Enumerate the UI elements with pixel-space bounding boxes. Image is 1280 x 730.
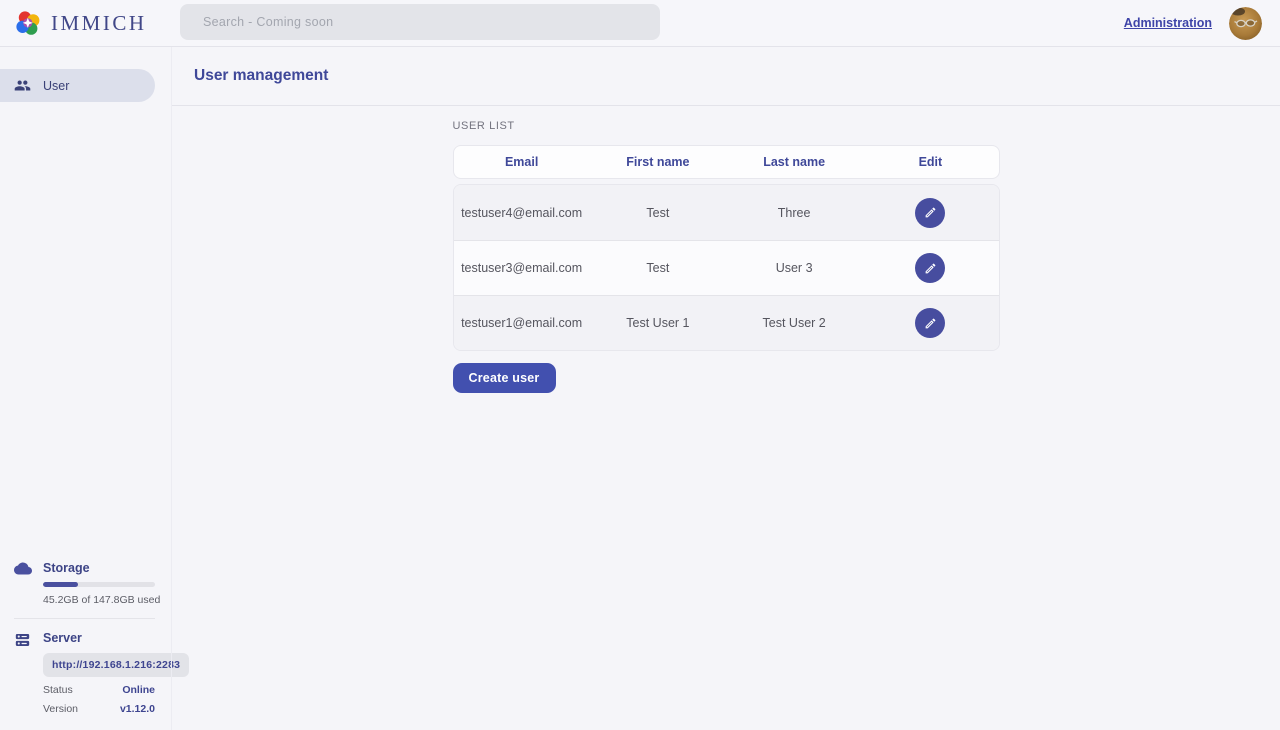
table-row: testuser1@email.com Test User 1 Test Use… bbox=[454, 295, 999, 350]
column-header-email: Email bbox=[454, 155, 590, 169]
table-header: Email First name Last name Edit bbox=[453, 145, 1000, 179]
cell-email: testuser1@email.com bbox=[454, 316, 590, 330]
user-avatar[interactable] bbox=[1229, 7, 1262, 40]
pencil-icon bbox=[924, 317, 937, 330]
storage-progress-track bbox=[43, 582, 155, 587]
cell-last-name: Three bbox=[726, 206, 862, 220]
cell-edit bbox=[862, 308, 998, 338]
version-value: v1.12.0 bbox=[120, 703, 155, 715]
cloud-icon bbox=[14, 561, 43, 606]
main-panel: User management USER LIST Email First na… bbox=[171, 47, 1280, 730]
cell-email: testuser3@email.com bbox=[454, 261, 590, 275]
storage-usage-text: 45.2GB of 147.8GB used bbox=[43, 594, 155, 606]
cell-last-name: Test User 2 bbox=[726, 316, 862, 330]
column-header-edit: Edit bbox=[862, 155, 998, 169]
sidebar-status-panel: Storage 45.2GB of 147.8GB used bbox=[0, 561, 171, 730]
server-section: Server http://192.168.1.216:2283 Status … bbox=[14, 631, 155, 715]
immich-flower-icon bbox=[14, 9, 42, 37]
page-title: User management bbox=[194, 67, 328, 85]
title-bar: User management bbox=[172, 47, 1280, 106]
storage-progress-fill bbox=[43, 582, 78, 587]
user-list-column: USER LIST Email First name Last name Edi… bbox=[453, 118, 1000, 393]
administration-link[interactable]: Administration bbox=[1124, 16, 1212, 30]
cell-last-name: User 3 bbox=[726, 261, 862, 275]
storage-content: Storage 45.2GB of 147.8GB used bbox=[43, 561, 155, 606]
column-header-first-name: First name bbox=[590, 155, 726, 169]
pencil-icon bbox=[924, 206, 937, 219]
users-icon bbox=[14, 77, 31, 94]
sidebar: User Storage 45.2GB of 147.8GB used bbox=[0, 47, 171, 730]
storage-section: Storage 45.2GB of 147.8GB used bbox=[14, 561, 155, 606]
edit-user-button[interactable] bbox=[915, 198, 945, 228]
sidebar-item-user[interactable]: User bbox=[0, 69, 155, 102]
cell-edit bbox=[862, 253, 998, 283]
topbar-right: Administration bbox=[1124, 7, 1280, 40]
column-header-last-name: Last name bbox=[726, 155, 862, 169]
status-value: Online bbox=[122, 684, 155, 696]
table-row: testuser4@email.com Test Three bbox=[454, 185, 999, 240]
user-list-label: USER LIST bbox=[453, 120, 1000, 132]
user-table-body: testuser4@email.com Test Three te bbox=[453, 184, 1000, 351]
server-url-chip: http://192.168.1.216:2283 bbox=[43, 653, 189, 677]
brand-wordmark: IMMICH bbox=[51, 11, 147, 36]
server-version-row: Version v1.12.0 bbox=[43, 703, 155, 715]
sidebar-item-label: User bbox=[43, 79, 69, 93]
server-title: Server bbox=[43, 631, 155, 645]
edit-user-button[interactable] bbox=[915, 308, 945, 338]
search-input[interactable] bbox=[180, 4, 660, 40]
cell-email: testuser4@email.com bbox=[454, 206, 590, 220]
cell-first-name: Test bbox=[590, 206, 726, 220]
table-row: testuser3@email.com Test User 3 bbox=[454, 240, 999, 295]
cell-first-name: Test bbox=[590, 261, 726, 275]
immich-logo[interactable]: IMMICH bbox=[0, 9, 147, 37]
server-status-row: Status Online bbox=[43, 684, 155, 696]
create-user-button[interactable]: Create user bbox=[453, 363, 556, 393]
pencil-icon bbox=[924, 262, 937, 275]
cell-first-name: Test User 1 bbox=[590, 316, 726, 330]
cell-edit bbox=[862, 198, 998, 228]
edit-user-button[interactable] bbox=[915, 253, 945, 283]
sidebar-divider bbox=[14, 618, 155, 619]
topbar: IMMICH Administration bbox=[0, 0, 1280, 47]
server-icon bbox=[14, 631, 43, 715]
status-label: Status bbox=[43, 684, 73, 696]
version-label: Version bbox=[43, 703, 78, 715]
app-shell: User Storage 45.2GB of 147.8GB used bbox=[0, 47, 1280, 730]
storage-title: Storage bbox=[43, 561, 155, 575]
main-content: USER LIST Email First name Last name Edi… bbox=[172, 106, 1280, 730]
server-content: Server http://192.168.1.216:2283 Status … bbox=[43, 631, 155, 715]
